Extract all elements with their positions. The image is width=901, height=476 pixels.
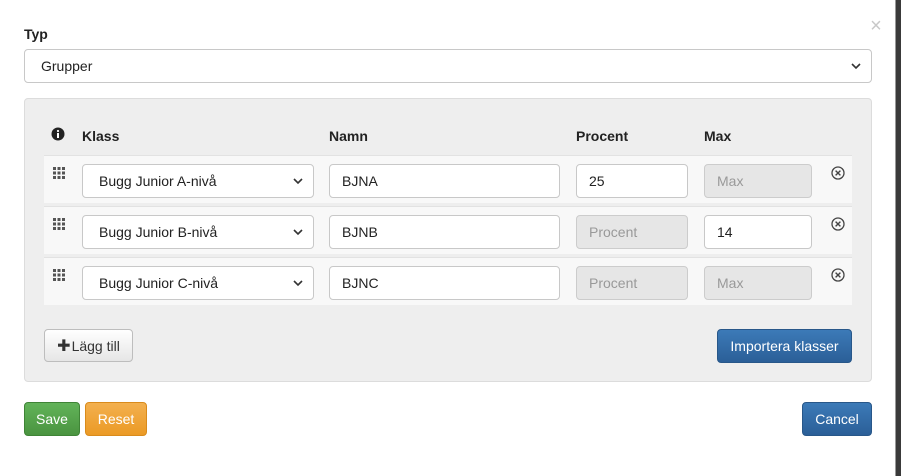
- chevron-down-icon: [293, 229, 303, 236]
- namn-input[interactable]: BJNA: [329, 164, 560, 198]
- namn-input[interactable]: BJNB: [329, 215, 560, 249]
- max-input[interactable]: 14: [704, 215, 812, 249]
- procent-input[interactable]: Procent: [576, 266, 688, 300]
- column-header-procent: Procent: [576, 128, 629, 144]
- klass-select[interactable]: Bugg Junior B-nivå: [82, 215, 314, 249]
- klass-select[interactable]: Bugg Junior C-nivå: [82, 266, 314, 300]
- chevron-down-icon: [851, 63, 861, 70]
- klass-select-value: Bugg Junior B-nivå: [99, 224, 218, 240]
- klass-select-value: Bugg Junior A-nivå: [99, 173, 217, 189]
- import-classes-button[interactable]: Importera klasser: [717, 329, 852, 363]
- namn-input[interactable]: BJNC: [329, 266, 560, 300]
- table-row: Bugg Junior C-nivå BJNC Procent Max: [44, 257, 852, 305]
- chevron-down-icon: [293, 178, 303, 185]
- type-select[interactable]: Grupper: [24, 49, 872, 83]
- max-input[interactable]: Max: [704, 164, 812, 198]
- info-icon[interactable]: [51, 127, 65, 141]
- klass-select-value: Bugg Junior C-nivå: [99, 275, 219, 291]
- plus-icon: ✚: [57, 337, 71, 355]
- column-header-klass: Klass: [82, 128, 120, 144]
- max-input[interactable]: Max: [704, 266, 812, 300]
- column-header-max: Max: [704, 128, 732, 144]
- table-row: Bugg Junior B-nivå BJNB Procent 14: [44, 206, 852, 254]
- add-row-label: Lägg till: [71, 337, 120, 354]
- add-row-button[interactable]: ✚ Lägg till: [44, 329, 133, 362]
- remove-circle-icon[interactable]: [831, 217, 845, 231]
- dialog: × Typ Grupper Klass Namn Procent Max Bug…: [0, 0, 896, 476]
- save-button[interactable]: Save: [24, 402, 80, 436]
- procent-input[interactable]: Procent: [576, 215, 688, 249]
- remove-circle-icon[interactable]: [831, 166, 845, 180]
- class-groups-panel: Klass Namn Procent Max Bugg Junior A-niv…: [24, 98, 872, 382]
- drag-handle-icon[interactable]: [53, 167, 65, 179]
- table-row: Bugg Junior A-nivå BJNA 25 Max: [44, 155, 852, 203]
- cancel-button[interactable]: Cancel: [802, 402, 872, 436]
- type-select-value: Grupper: [41, 58, 93, 74]
- remove-circle-icon[interactable]: [831, 268, 845, 282]
- reset-button[interactable]: Reset: [85, 402, 147, 436]
- drag-handle-icon[interactable]: [53, 269, 65, 281]
- chevron-down-icon: [293, 280, 303, 287]
- procent-input[interactable]: 25: [576, 164, 688, 198]
- klass-select[interactable]: Bugg Junior A-nivå: [82, 164, 314, 198]
- column-header-namn: Namn: [329, 128, 368, 144]
- close-icon[interactable]: ×: [868, 16, 884, 36]
- type-label: Typ: [24, 26, 48, 42]
- drag-handle-icon[interactable]: [53, 218, 65, 230]
